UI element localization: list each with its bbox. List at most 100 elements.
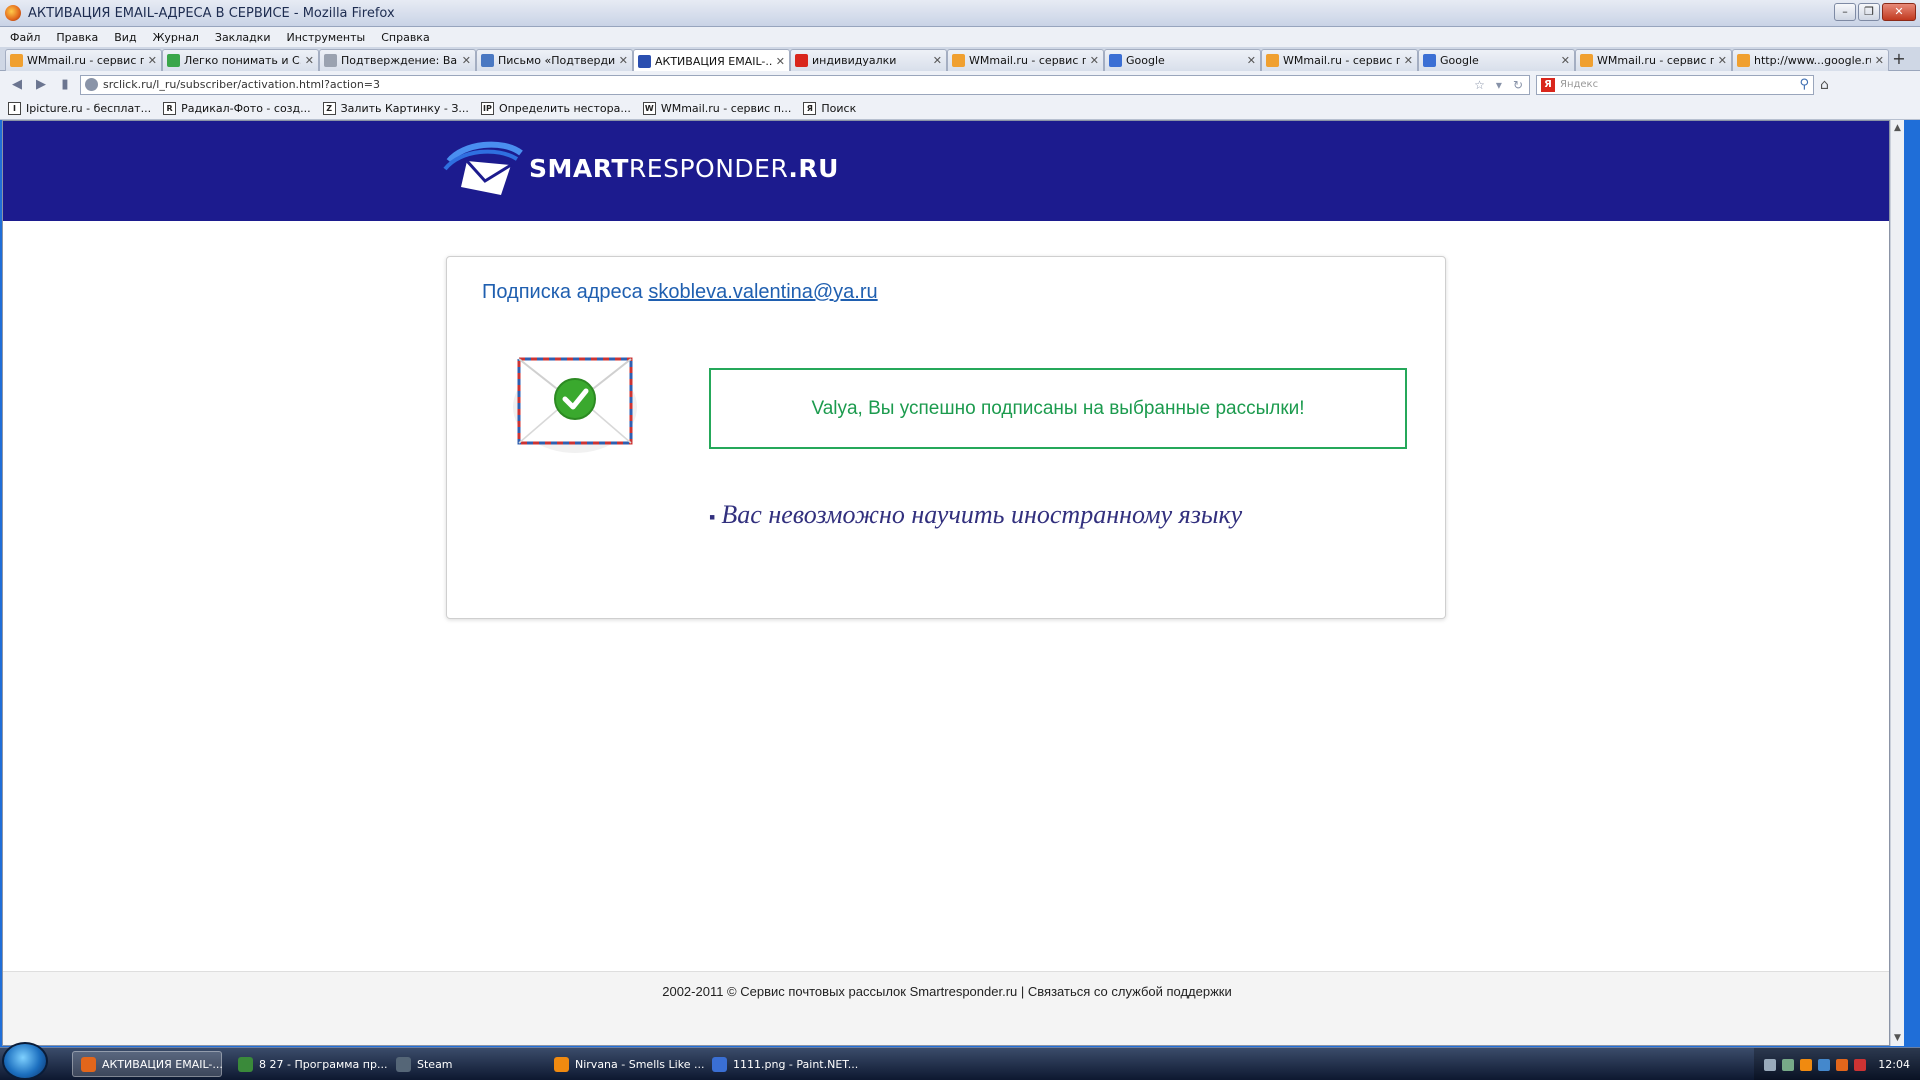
window-controls: – ❐ ✕ xyxy=(1834,3,1916,21)
browser-tab[interactable]: Легко понимать и С... ✕ xyxy=(162,49,319,71)
maximize-button[interactable]: ❐ xyxy=(1858,3,1880,21)
menu-bookmarks[interactable]: Закладки xyxy=(215,31,271,44)
bookmark-item[interactable]: IP Определить нестора... xyxy=(480,102,631,115)
browser-tab[interactable]: Письмо «Подтверди... ✕ xyxy=(476,49,633,71)
d-icon xyxy=(795,54,808,67)
taskbar-task[interactable]: Nirvana - Smells Like ... xyxy=(546,1051,704,1077)
browser-tab[interactable]: индивидуалки ✕ xyxy=(790,49,947,71)
start-button[interactable] xyxy=(2,1042,48,1080)
bookmark-label: Радикал-Фото - созд... xyxy=(181,102,311,115)
back-button[interactable]: ◀ xyxy=(8,76,26,94)
window-titlebar: АКТИВАЦИЯ EMAIL-АДРЕСА В СЕРВИСЕ - Mozil… xyxy=(0,0,1920,27)
tab-bar: WMmail.ru - сервис п...✕Легко понимать и… xyxy=(0,47,1920,72)
quote-content: Вас невозможно научить иностранному язык… xyxy=(721,500,1243,529)
forward-button[interactable]: ▶ xyxy=(32,76,50,94)
browser-tab[interactable]: WMmail.ru - сервис п... ✕ xyxy=(947,49,1104,71)
task-label: 1111.png - Paint.NET... xyxy=(733,1057,859,1071)
bookmark-icon: R xyxy=(163,102,177,115)
minimize-button[interactable]: – xyxy=(1834,3,1856,21)
url-text[interactable]: srclick.ru/l_ru/subscriber/activation.ht… xyxy=(103,78,1469,91)
close-tab-icon[interactable]: ✕ xyxy=(776,55,785,68)
address-bar[interactable]: srclick.ru/l_ru/subscriber/activation.ht… xyxy=(80,74,1530,95)
taskbar-task[interactable]: АКТИВАЦИЯ EMAIL-... xyxy=(72,1051,223,1077)
tab-label: Google xyxy=(1440,54,1479,67)
scroll-down-icon[interactable]: ▼ xyxy=(1894,1033,1901,1043)
yandex-icon[interactable]: Я xyxy=(1541,77,1555,92)
close-tab-icon[interactable]: ✕ xyxy=(148,54,157,67)
bookmark-label: Поиск xyxy=(821,102,857,115)
envelope-check-icon xyxy=(509,345,641,455)
subscription-title: Подписка адреса skobleva.valentina@ya.ru xyxy=(482,281,878,304)
menu-history[interactable]: Журнал xyxy=(153,31,199,44)
browser-tab[interactable]: WMmail.ru - сервис п... ✕ xyxy=(1261,49,1418,71)
close-tab-icon[interactable]: ✕ xyxy=(1404,54,1413,67)
email-link[interactable]: skobleva.valentina@ya.ru xyxy=(648,281,877,303)
bookmark-item[interactable]: W WMmail.ru - сервис п... xyxy=(642,102,791,115)
site-identity-icon[interactable] xyxy=(85,78,98,91)
reload-icon[interactable]: ↻ xyxy=(1513,78,1523,92)
site-header: SMARTRESPONDER.RU xyxy=(3,121,1889,221)
bookmark-icon: W xyxy=(642,102,656,115)
bookmark-item[interactable]: Z Залить Картинку - З... xyxy=(322,102,469,115)
browser-tab[interactable]: WMmail.ru - сервис п... ✕ xyxy=(1575,49,1732,71)
close-tab-icon[interactable]: ✕ xyxy=(619,54,628,67)
network-icon[interactable] xyxy=(1782,1058,1795,1071)
new-tab-button[interactable]: + xyxy=(1889,49,1909,71)
menu-view[interactable]: Вид xyxy=(114,31,136,44)
browser-tab[interactable]: Google ✕ xyxy=(1104,49,1261,71)
mail-icon xyxy=(481,54,494,67)
bookmark-item[interactable]: I Ipicture.ru - бесплат... xyxy=(8,102,151,115)
scroll-up-icon[interactable]: ▲ xyxy=(1894,123,1901,133)
home-icon[interactable]: ⌂ xyxy=(1820,77,1829,93)
close-tab-icon[interactable]: ✕ xyxy=(1561,54,1570,67)
security-icon[interactable] xyxy=(1854,1058,1867,1071)
smartresponder-logo[interactable]: SMARTRESPONDER.RU xyxy=(443,139,839,197)
menu-help[interactable]: Справка xyxy=(381,31,429,44)
close-tab-icon[interactable]: ✕ xyxy=(1718,54,1727,67)
task-label: Nirvana - Smells Like ... xyxy=(575,1057,705,1071)
window-frame-edge xyxy=(1904,120,1920,1046)
search-bar[interactable]: Я Яндекс ⚲ xyxy=(1536,74,1814,95)
browser-tab[interactable]: Google ✕ xyxy=(1418,49,1575,71)
vertical-scrollbar[interactable]: ▲ ▼ xyxy=(1890,120,1904,1046)
bookmark-star-icon[interactable]: ☆ xyxy=(1474,78,1485,92)
history-dropdown-icon[interactable]: ▾ xyxy=(1496,78,1502,92)
task-app-icon xyxy=(712,1056,727,1072)
menu-edit[interactable]: Правка xyxy=(56,31,98,44)
bookmark-item[interactable]: Я Поиск xyxy=(803,102,856,115)
task-app-icon xyxy=(238,1056,253,1072)
success-message: Valya, Вы успешно подписаны на выбранные… xyxy=(811,397,1305,419)
close-window-button[interactable]: ✕ xyxy=(1882,3,1916,21)
task-app-icon xyxy=(396,1056,411,1072)
tray-expand-icon[interactable] xyxy=(1764,1058,1777,1071)
tab-label: Легко понимать и С... xyxy=(184,54,301,67)
vlc-icon[interactable] xyxy=(1800,1058,1813,1071)
search-input[interactable]: Яндекс xyxy=(1560,79,1794,90)
menu-tools[interactable]: Инструменты xyxy=(287,31,366,44)
close-tab-icon[interactable]: ✕ xyxy=(1090,54,1099,67)
clock[interactable]: 12:04 xyxy=(1878,1058,1910,1071)
taskbar-task[interactable]: 8 27 - Программа пр... xyxy=(230,1051,387,1077)
browser-tab[interactable]: http://www...google.ru ✕ xyxy=(1732,49,1889,71)
support-link[interactable]: Связаться со службой поддержки xyxy=(1028,984,1232,999)
quote-bullet: ▪ xyxy=(709,506,716,527)
firefox-tray-icon[interactable] xyxy=(1836,1058,1849,1071)
monitor-icon[interactable] xyxy=(1818,1058,1831,1071)
bookmark-icon: I xyxy=(8,102,21,115)
close-tab-icon[interactable]: ✕ xyxy=(305,54,314,67)
close-tab-icon[interactable]: ✕ xyxy=(933,54,942,67)
taskbar-task[interactable]: 1111.png - Paint.NET... xyxy=(704,1051,858,1077)
browser-tab[interactable]: Подтверждение: Ва... ✕ xyxy=(319,49,476,71)
footer-separator: | xyxy=(1020,984,1025,999)
search-icon[interactable]: ⚲ xyxy=(1799,77,1809,92)
close-tab-icon[interactable]: ✕ xyxy=(462,54,471,67)
close-tab-icon[interactable]: ✕ xyxy=(1247,54,1256,67)
close-tab-icon[interactable]: ✕ xyxy=(1875,54,1884,67)
menu-file[interactable]: Файл xyxy=(10,31,40,44)
taskbar-task[interactable]: Steam xyxy=(388,1051,538,1077)
bookmark-item[interactable]: R Радикал-Фото - созд... xyxy=(163,102,311,115)
browser-tab[interactable]: АКТИВАЦИЯ EMAIL-... ✕ xyxy=(633,49,790,72)
browser-tab[interactable]: WMmail.ru - сервис п... ✕ xyxy=(5,49,162,71)
tab-label: Письмо «Подтверди... xyxy=(498,54,615,67)
task-app-icon xyxy=(554,1056,569,1072)
